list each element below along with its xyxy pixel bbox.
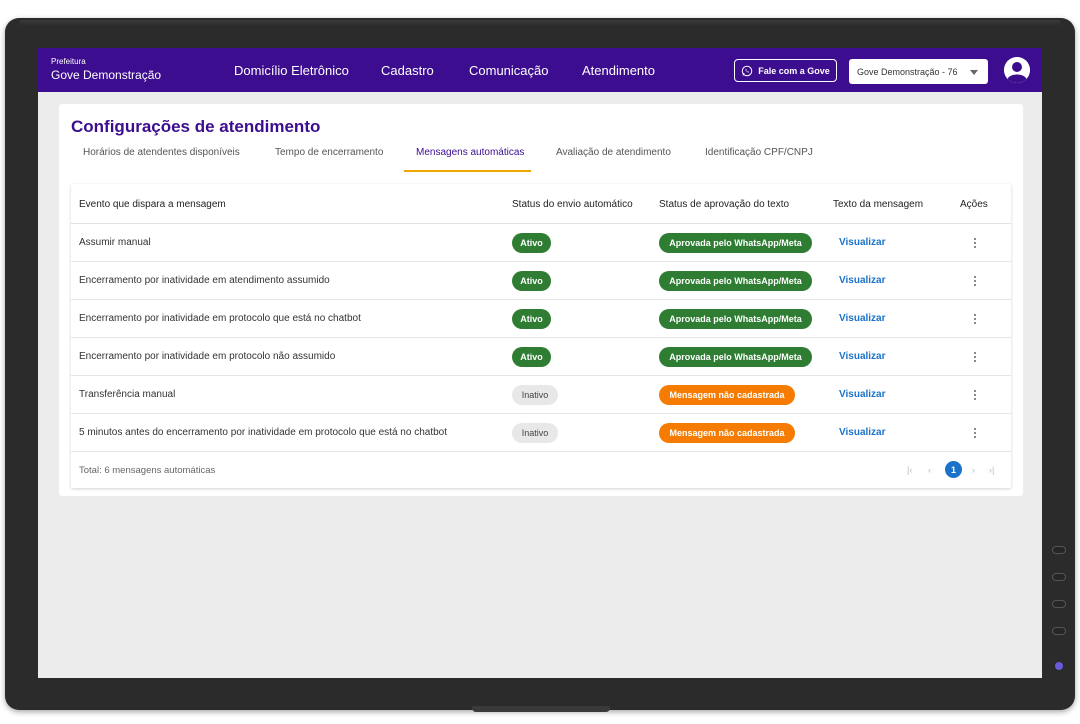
column-header-message-text: Texto da mensagem xyxy=(833,199,924,210)
approval-badge-approved: Aprovada pelo WhatsApp/Meta xyxy=(659,233,812,253)
event-cell: Transferência manual xyxy=(79,389,176,400)
status-badge-inactive: Inativo xyxy=(512,423,558,443)
approval-badge-not-registered: Mensagem não cadastrada xyxy=(659,385,795,405)
top-navbar: Prefeitura Gove Demonstração Domicílio E… xyxy=(38,48,1042,92)
last-page-icon[interactable]: ›| xyxy=(989,465,994,475)
event-cell: Encerramento por inatividade em atendime… xyxy=(79,275,330,286)
monitor-stand xyxy=(472,706,610,712)
status-badge-active: Ativo xyxy=(512,309,551,329)
view-message-link[interactable]: Visualizar xyxy=(839,275,886,286)
fale-com-a-gove-label: Fale com a Gove xyxy=(758,65,830,76)
table-row: Encerramento por inatividade em protocol… xyxy=(71,338,1011,376)
page-title: Configurações de atendimento xyxy=(71,117,321,136)
event-cell: Encerramento por inatividade em protocol… xyxy=(79,351,336,362)
tab-identificacao[interactable]: Identificação CPF/CNPJ xyxy=(705,147,813,158)
approval-badge-approved: Aprovada pelo WhatsApp/Meta xyxy=(659,309,812,329)
tab-horarios[interactable]: Horários de atendentes disponíveis xyxy=(83,147,240,158)
status-badge-active: Ativo xyxy=(512,233,551,253)
organization-select-value: Gove Demonstração - 76 xyxy=(857,66,958,77)
kebab-menu-icon[interactable] xyxy=(970,387,980,403)
view-message-link[interactable]: Visualizar xyxy=(839,237,886,248)
column-header-actions: Ações xyxy=(960,199,988,210)
monitor-button xyxy=(1052,600,1066,608)
tab-avaliacao[interactable]: Avaliação de atendimento xyxy=(556,147,671,158)
nav-comunicacao[interactable]: Comunicação xyxy=(469,63,549,78)
status-badge-inactive: Inativo xyxy=(512,385,558,405)
view-message-link[interactable]: Visualizar xyxy=(839,389,886,400)
view-message-link[interactable]: Visualizar xyxy=(839,427,886,438)
table-footer: Total: 6 mensagens automáticas |‹ ‹ 1 › … xyxy=(71,452,1011,488)
event-cell: 5 minutos antes do encerramento por inat… xyxy=(79,427,448,438)
nav-domicilio-eletronico[interactable]: Domicílio Eletrônico xyxy=(234,63,349,78)
screen: Prefeitura Gove Demonstração Domicílio E… xyxy=(38,48,1042,678)
kebab-menu-icon[interactable] xyxy=(970,311,980,327)
organization-select[interactable]: Gove Demonstração - 76 xyxy=(849,59,988,84)
tab-mensagens-automaticas[interactable]: Mensagens automáticas xyxy=(416,147,524,158)
whatsapp-icon xyxy=(741,65,753,76)
kebab-menu-icon[interactable] xyxy=(970,273,980,289)
approval-badge-not-registered: Mensagem não cadastrada xyxy=(659,423,795,443)
table-row: Encerramento por inatividade em protocol… xyxy=(71,300,1011,338)
prev-page-icon[interactable]: ‹ xyxy=(928,465,931,475)
power-led xyxy=(1055,662,1063,670)
messages-table: Evento que dispara a mensagem Status do … xyxy=(71,184,1011,488)
current-page-button[interactable]: 1 xyxy=(945,461,962,478)
fale-com-a-gove-button[interactable]: Fale com a Gove xyxy=(734,59,837,82)
table-row: Encerramento por inatividade em atendime… xyxy=(71,262,1011,300)
kebab-menu-icon[interactable] xyxy=(970,349,980,365)
table-row: Assumir manual Ativo Aprovada pelo Whats… xyxy=(71,224,1011,262)
active-tab-indicator xyxy=(404,170,531,172)
view-message-link[interactable]: Visualizar xyxy=(839,313,886,324)
event-cell: Encerramento por inatividade em protocol… xyxy=(79,313,361,324)
nav-atendimento[interactable]: Atendimento xyxy=(582,63,655,78)
table-header: Evento que dispara a mensagem Status do … xyxy=(71,184,1011,224)
approval-badge-approved: Aprovada pelo WhatsApp/Meta xyxy=(659,271,812,291)
column-header-approval-status: Status de aprovação do texto xyxy=(659,199,790,210)
approval-badge-approved: Aprovada pelo WhatsApp/Meta xyxy=(659,347,812,367)
next-page-icon[interactable]: › xyxy=(972,465,975,475)
kebab-menu-icon[interactable] xyxy=(970,425,980,441)
event-cell: Assumir manual xyxy=(79,237,151,248)
chevron-down-icon xyxy=(970,70,978,75)
monitor-button xyxy=(1052,546,1066,554)
nav-cadastro[interactable]: Cadastro xyxy=(381,63,434,78)
table-row: 5 minutos antes do encerramento por inat… xyxy=(71,414,1011,452)
brand-name[interactable]: Gove Demonstração xyxy=(51,68,161,82)
monitor-bezel-highlight xyxy=(19,20,1061,26)
first-page-icon[interactable]: |‹ xyxy=(907,465,912,475)
status-badge-active: Ativo xyxy=(512,347,551,367)
column-header-send-status: Status do envio automático xyxy=(512,199,633,210)
user-avatar-glyph xyxy=(1004,57,1030,83)
total-count: Total: 6 mensagens automáticas xyxy=(79,465,216,476)
status-badge-active: Ativo xyxy=(512,271,551,291)
column-header-event: Evento que dispara a mensagem xyxy=(79,199,226,210)
tab-tempo-encerramento[interactable]: Tempo de encerramento xyxy=(275,147,383,158)
view-message-link[interactable]: Visualizar xyxy=(839,351,886,362)
table-row: Transferência manual Inativo Mensagem nã… xyxy=(71,376,1011,414)
settings-card: Configurações de atendimento Horários de… xyxy=(59,104,1023,496)
monitor-button xyxy=(1052,627,1066,635)
brand-subtitle: Prefeitura xyxy=(51,57,86,66)
kebab-menu-icon[interactable] xyxy=(970,235,980,251)
user-avatar-icon[interactable] xyxy=(1004,57,1030,83)
monitor-button xyxy=(1052,573,1066,581)
